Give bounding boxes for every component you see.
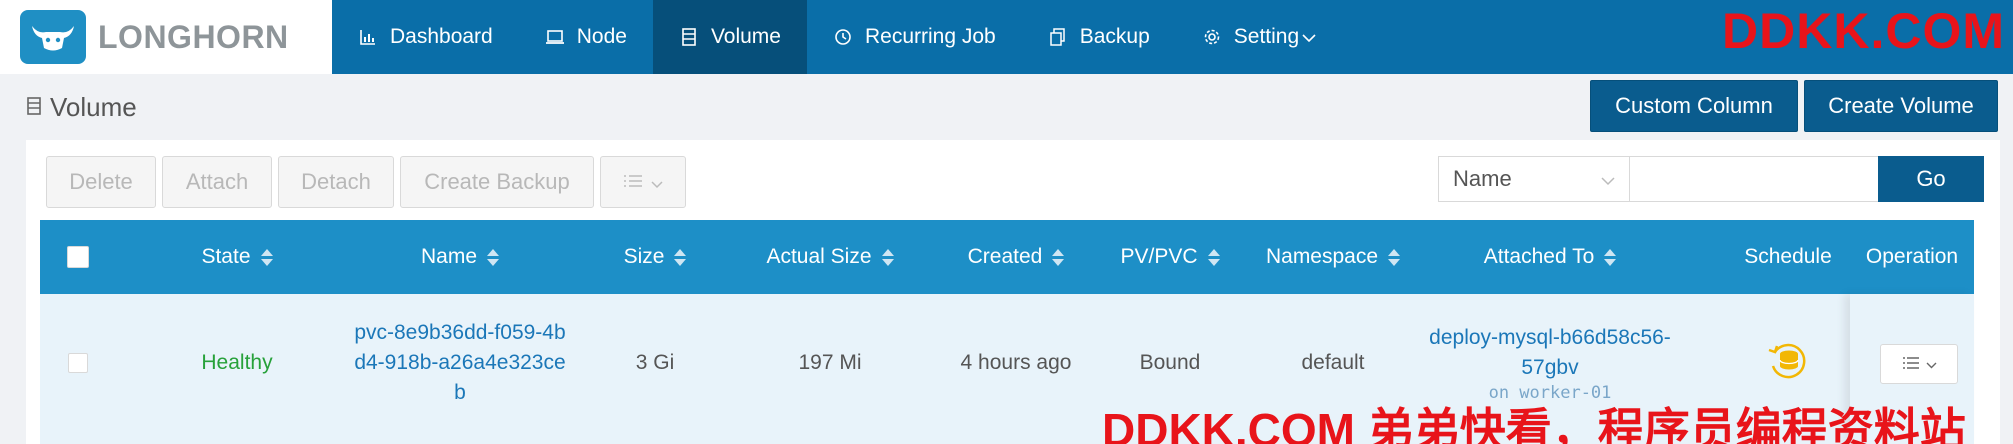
size-cell: 3 Gi — [635, 351, 675, 374]
column-namespace[interactable]: Namespace — [1238, 220, 1428, 294]
column-label: Name — [420, 245, 478, 268]
name-line: b — [454, 381, 466, 404]
longhorn-logo-icon — [20, 10, 86, 64]
chevron-down-icon — [1601, 166, 1615, 192]
column-label: PV/PVC — [1120, 245, 1198, 268]
column-label: Actual Size — [766, 245, 872, 268]
sort-icon[interactable] — [881, 248, 894, 266]
sort-icon[interactable] — [1052, 248, 1065, 266]
column-name[interactable]: Name — [360, 220, 560, 294]
nav-recurring-job[interactable]: Recurring Job — [807, 0, 1022, 74]
create-backup-button[interactable]: Create Backup — [400, 156, 594, 208]
recurring-backup-icon[interactable] — [1765, 338, 1811, 388]
volume-name-link[interactable]: pvc-8e9b36dd-f059-4b d4-918b-a26a4e323ce… — [354, 318, 565, 408]
column-attached-to[interactable]: Attached To — [1428, 220, 1672, 294]
main-nav: Dashboard Node Volume Recurring Job Back… — [332, 0, 1343, 74]
table-header: State Name Size Actual Size Created PV/P… — [40, 220, 1974, 294]
select-all-checkbox[interactable] — [67, 246, 89, 268]
chevron-down-icon — [651, 169, 663, 195]
page-title-text: Volume — [50, 92, 137, 122]
attached-line: deploy-mysql-b66d58c56- — [1429, 326, 1671, 349]
nav-volume[interactable]: Volume — [652, 0, 807, 74]
column-operation: Operation — [1850, 220, 1974, 294]
brand-logo[interactable]: LONGHORN — [0, 0, 332, 74]
filter-field-select[interactable]: Name — [1438, 156, 1630, 202]
chevron-down-icon — [1926, 356, 1937, 372]
list-icon — [623, 169, 643, 195]
column-actual-size[interactable]: Actual Size — [730, 220, 930, 294]
column-label: Operation — [1865, 245, 1959, 268]
sort-icon[interactable] — [674, 248, 687, 266]
column-label: Namespace — [1265, 245, 1379, 268]
list-icon — [1902, 356, 1920, 373]
sort-icon[interactable] — [1604, 248, 1617, 266]
nav-backup[interactable]: Backup — [1022, 0, 1176, 74]
page-title: Volume — [26, 92, 137, 123]
column-label: Attached To — [1483, 245, 1595, 268]
nav-setting[interactable]: Setting — [1176, 0, 1343, 74]
nav-label: Dashboard — [390, 25, 493, 48]
nav-label: Recurring Job — [864, 25, 996, 48]
name-line: d4-918b-a26a4e323ce — [354, 351, 566, 374]
copy-icon — [1048, 27, 1068, 47]
go-button[interactable]: Go — [1878, 156, 1984, 202]
name-cell: pvc-8e9b36dd-f059-4b d4-918b-a26a4e323ce… — [340, 294, 580, 432]
chevron-down-icon — [1301, 25, 1317, 49]
bulk-actions-dropdown[interactable] — [600, 156, 686, 208]
gear-icon — [1202, 27, 1222, 47]
column-label: Schedule — [1744, 245, 1832, 268]
column-created[interactable]: Created — [930, 220, 1102, 294]
name-line: pvc-8e9b36dd-f059-4b — [354, 321, 566, 344]
row-checkbox[interactable] — [68, 353, 88, 373]
created-cell: 4 hours ago — [960, 351, 1072, 374]
delete-button[interactable]: Delete — [46, 156, 156, 208]
brand-name: LONGHORN — [98, 18, 289, 55]
custom-column-button[interactable]: Custom Column — [1590, 80, 1798, 132]
nav-dashboard[interactable]: Dashboard — [332, 0, 519, 74]
column-state[interactable]: State — [152, 220, 322, 294]
attached-pod-link[interactable]: deploy-mysql-b66d58c56- 57gbv — [1429, 323, 1671, 383]
nav-label: Volume — [710, 25, 781, 48]
nav-label: Backup — [1079, 25, 1150, 48]
column-pv-pvc[interactable]: PV/PVC — [1102, 220, 1238, 294]
top-navigation-bar: LONGHORN Dashboard Node Volume Recurring… — [0, 0, 2013, 74]
detach-button[interactable]: Detach — [278, 156, 394, 208]
sort-icon[interactable] — [487, 248, 500, 266]
column-label: State — [201, 245, 251, 268]
volume-icon — [26, 92, 42, 123]
attach-button[interactable]: Attach — [162, 156, 272, 208]
filter-field-value: Name — [1453, 166, 1512, 191]
row-operation-dropdown[interactable] — [1880, 344, 1958, 384]
bar-chart-icon — [358, 27, 378, 47]
column-label: Size — [623, 245, 665, 268]
nav-label: Setting — [1233, 25, 1300, 48]
sort-icon[interactable] — [260, 248, 273, 266]
select-all-checkbox-cell — [40, 220, 116, 294]
nav-label: Node — [576, 25, 627, 48]
state-cell: Healthy — [201, 351, 273, 374]
filter-search-input[interactable] — [1630, 156, 1882, 202]
nav-node[interactable]: Node — [519, 0, 653, 74]
sort-icon[interactable] — [1207, 248, 1220, 266]
clock-icon — [833, 27, 853, 47]
row-checkbox-cell — [40, 294, 116, 432]
sort-icon[interactable] — [1388, 248, 1401, 266]
watermark-bottom: DDKK.COM 弟弟快看，程序员编程资料站 — [1102, 404, 1966, 444]
create-volume-button[interactable]: Create Volume — [1804, 80, 1998, 132]
laptop-icon — [545, 27, 565, 47]
volume-icon — [679, 27, 699, 47]
attached-line: 57gbv — [1521, 356, 1579, 379]
column-schedule: Schedule — [1728, 220, 1848, 294]
column-label: Created — [967, 245, 1043, 268]
watermark-top: DDKK.COM — [1722, 3, 2005, 59]
column-size[interactable]: Size — [580, 220, 730, 294]
actual-size-cell: 197 Mi — [798, 351, 862, 374]
